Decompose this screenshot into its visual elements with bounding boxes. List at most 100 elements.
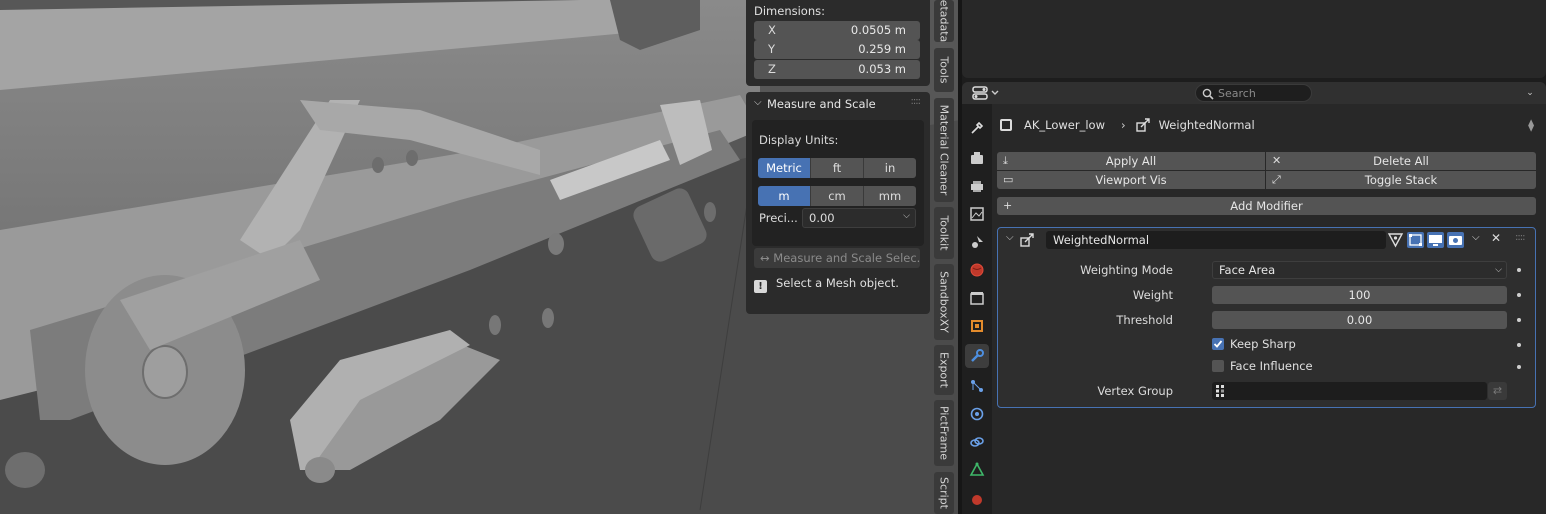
dimension-z-field[interactable]: Z 0.053 m — [754, 60, 920, 79]
sidebar-tab-pictframe[interactable]: PictFrame — [934, 400, 954, 466]
outliner-area[interactable] — [962, 0, 1546, 78]
keyframe-dot-icon[interactable] — [1517, 343, 1521, 347]
tab-view-layer[interactable] — [965, 202, 989, 226]
tab-data[interactable] — [965, 458, 989, 482]
unit-ft-button[interactable]: ft — [811, 158, 864, 178]
sidebar-tab-label: Script — [937, 477, 951, 509]
measure-scale-body: Display Units: Metric ft in m cm mm Prec… — [752, 120, 924, 246]
on-cage-icon[interactable] — [1387, 232, 1404, 248]
modifier-name-field[interactable]: WeightedNormal — [1046, 231, 1386, 249]
sidebar-tab-material-cleaner[interactable]: Material Cleaner — [934, 98, 954, 202]
tab-render[interactable] — [965, 146, 989, 170]
particles-icon — [971, 380, 983, 392]
length-m-button[interactable]: m — [758, 186, 811, 206]
chevron-down-icon: ⌵ — [754, 97, 762, 108]
dimensions-panel: Dimensions: X 0.0505 m Y 0.259 m Z 0.053… — [746, 0, 930, 86]
keyframe-dot-icon[interactable] — [1517, 318, 1521, 322]
measure-scale-title: Measure and Scale — [767, 97, 876, 111]
sidebar-tab-metadata[interactable]: etadata — [934, 0, 954, 42]
tab-modifiers[interactable] — [965, 344, 989, 368]
sidebar-tab-label: etadata — [937, 0, 951, 42]
dimension-x-field[interactable]: X 0.0505 m — [754, 21, 920, 40]
toggle-stack-button[interactable]: ⤢ Toggle Stack — [1266, 171, 1536, 189]
measure-scale-selected-button[interactable]: ↔ Measure and Scale Selec... — [754, 248, 920, 268]
unit-in-button[interactable]: in — [864, 158, 916, 178]
output-icon — [971, 181, 983, 192]
length-mm-button[interactable]: mm — [864, 186, 916, 206]
apply-all-button[interactable]: ⤓ Apply All — [997, 152, 1265, 170]
arrows-icon: ↔ — [760, 251, 774, 265]
sidebar-tab-label: Tools — [937, 56, 951, 84]
realtime-monitor-icon[interactable] — [1427, 232, 1444, 248]
weighted-normal-icon — [1020, 233, 1034, 247]
invert-vertex-group-icon[interactable]: ⇄ — [1488, 382, 1507, 400]
object-icon — [1000, 119, 1012, 131]
download-icon: ⤓ — [1003, 154, 1008, 167]
unit-metric-button[interactable]: Metric — [758, 158, 811, 178]
sidebar-tab-tools[interactable]: Tools — [934, 48, 954, 92]
dimension-y-label: Y — [768, 42, 776, 56]
breadcrumb-modifier: WeightedNormal — [1158, 118, 1255, 132]
tab-object[interactable] — [965, 314, 989, 338]
sidebar-tab-label: Material Cleaner — [937, 104, 951, 196]
viewport-vis-button[interactable]: ▭ Viewport Vis — [997, 171, 1265, 189]
face-influence-checkbox[interactable] — [1212, 360, 1224, 372]
3d-viewport[interactable]: Dimensions: X 0.0505 m Y 0.259 m Z 0.053… — [0, 0, 960, 514]
keep-sharp-checkbox[interactable] — [1212, 338, 1224, 350]
checkmark-icon — [1213, 340, 1223, 348]
render-camera-icon[interactable] — [1447, 232, 1464, 248]
tab-constraints[interactable] — [965, 430, 989, 454]
vertex-group-field[interactable] — [1212, 382, 1487, 400]
keep-sharp-label: Keep Sharp — [1230, 337, 1296, 351]
keyframe-dot-icon[interactable] — [1517, 268, 1521, 272]
sidebar-tab-script[interactable]: Script — [934, 472, 954, 514]
keyframe-dot-icon[interactable] — [1517, 365, 1521, 369]
add-modifier-label: Add Modifier — [1230, 199, 1303, 213]
material-icon — [972, 495, 982, 505]
weighting-mode-dropdown[interactable]: Face Area ⌵ — [1212, 261, 1507, 279]
delete-all-label: Delete All — [1373, 154, 1429, 168]
sidebar-tabs: etadata Tools Material Cleaner Toolkit S… — [934, 0, 954, 514]
edit-mode-icon[interactable] — [1407, 232, 1424, 248]
precision-dropdown[interactable]: 0.00 ⌵ — [802, 208, 916, 228]
close-icon[interactable]: ✕ — [1491, 231, 1501, 245]
tab-particles[interactable] — [965, 374, 989, 398]
tab-material[interactable] — [965, 486, 989, 510]
editor-type-selector[interactable] — [972, 85, 1002, 101]
properties-search[interactable] — [1195, 84, 1312, 102]
sidebar-tab-label: SandboxXY — [937, 271, 951, 333]
info-icon: ! — [754, 280, 767, 293]
drag-handle-icon[interactable]: :::: — [1515, 232, 1526, 243]
length-cm-button[interactable]: cm — [811, 186, 864, 206]
add-modifier-button[interactable]: + Add Modifier — [997, 197, 1536, 215]
measure-scale-header[interactable]: ⌵ Measure and Scale :::: — [746, 92, 930, 116]
delete-all-button[interactable]: ✕ Delete All — [1266, 152, 1536, 170]
tool-icon — [971, 121, 984, 134]
sidebar-tab-sandboxxy[interactable]: SandboxXY — [934, 264, 954, 340]
chevron-down-icon[interactable]: ⌵ — [1472, 232, 1480, 243]
tab-collection[interactable] — [965, 286, 989, 310]
tab-output[interactable] — [965, 174, 989, 198]
dimension-y-field[interactable]: Y 0.259 m — [754, 40, 920, 59]
physics-icon — [970, 407, 984, 421]
sidebar-tab-label: Export — [937, 351, 951, 389]
tab-world[interactable] — [965, 258, 989, 282]
sidebar-tab-export[interactable]: Export — [934, 345, 954, 395]
close-icon: ✕ — [1272, 154, 1282, 167]
tab-scene[interactable] — [965, 230, 989, 254]
search-input[interactable] — [1218, 86, 1306, 100]
drag-handle-icon[interactable]: :::: — [911, 96, 922, 107]
keyframe-dot-icon[interactable] — [1517, 293, 1521, 297]
modifier-header[interactable]: ⌵ WeightedNormal ⌵ ✕ :::: — [998, 228, 1535, 252]
pin-icon[interactable]: ⧫ — [1528, 118, 1534, 132]
tab-physics[interactable] — [965, 402, 989, 426]
chevron-down-icon[interactable]: ⌵ — [1006, 232, 1014, 243]
vertex-group-label: Vertex Group — [1097, 384, 1173, 398]
sidebar-tab-toolkit[interactable]: Toolkit — [934, 207, 954, 259]
weight-field[interactable]: 100 — [1212, 286, 1507, 304]
weighted-normal-icon — [1135, 118, 1150, 132]
tab-tool[interactable] — [965, 116, 989, 140]
collection-icon — [970, 292, 984, 305]
threshold-field[interactable]: 0.00 — [1212, 311, 1507, 329]
header-options-dropdown[interactable]: ⌄ — [1522, 85, 1538, 101]
